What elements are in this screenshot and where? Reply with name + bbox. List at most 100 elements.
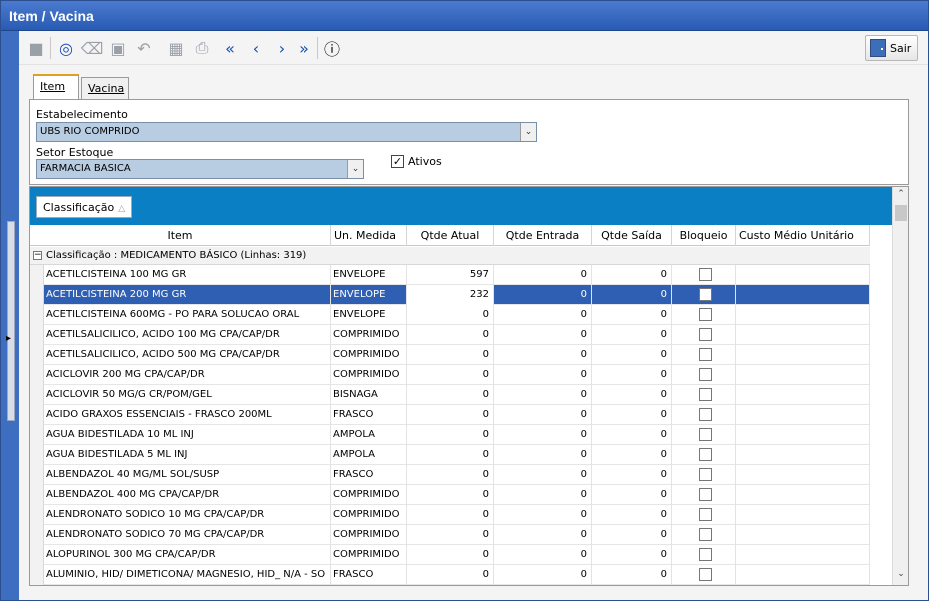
cell-custo-medio[interactable] <box>736 365 870 385</box>
cell-qtde-atual[interactable]: 0 <box>407 405 494 425</box>
delete-icon[interactable]: ▣ <box>107 37 129 59</box>
cell-qtde-saida[interactable]: 0 <box>592 385 672 405</box>
cell-un-medida[interactable]: AMPOLA <box>331 445 407 465</box>
cell-qtde-saida[interactable]: 0 <box>592 545 672 565</box>
bloqueio-checkbox[interactable] <box>699 428 712 441</box>
setor-estoque-select[interactable]: FARMACIA BASICA ⌄ <box>36 159 364 179</box>
bloqueio-checkbox[interactable] <box>699 548 712 561</box>
bloqueio-checkbox[interactable] <box>699 328 712 341</box>
cell-un-medida[interactable]: AMPOLA <box>331 425 407 445</box>
cell-qtde-entrada[interactable]: 0 <box>494 305 592 325</box>
cell-qtde-atual[interactable]: 0 <box>407 525 494 545</box>
cell-custo-medio[interactable] <box>736 445 870 465</box>
cell-qtde-entrada[interactable]: 0 <box>494 385 592 405</box>
cell-un-medida[interactable]: COMPRIMIDO <box>331 505 407 525</box>
cell-qtde-saida[interactable]: 0 <box>592 365 672 385</box>
cell-bloqueio[interactable] <box>672 385 736 405</box>
cell-custo-medio[interactable] <box>736 525 870 545</box>
cell-bloqueio[interactable] <box>672 525 736 545</box>
cell-qtde-entrada[interactable]: 0 <box>494 325 592 345</box>
cell-bloqueio[interactable] <box>672 365 736 385</box>
cell-bloqueio[interactable] <box>672 485 736 505</box>
cell-un-medida[interactable]: COMPRIMIDO <box>331 545 407 565</box>
column-header-qtde-saida[interactable]: Qtde Saída <box>592 225 672 246</box>
scroll-down-icon[interactable]: ⌄ <box>894 569 908 583</box>
cell-qtde-saida[interactable]: 0 <box>592 345 672 365</box>
cell-qtde-entrada[interactable]: 0 <box>494 465 592 485</box>
cell-custo-medio[interactable] <box>736 305 870 325</box>
cell-qtde-atual[interactable]: 0 <box>407 425 494 445</box>
table-row[interactable]: ACETILCISTEINA 600MG - PO PARA SOLUCAO O… <box>44 305 870 325</box>
cell-bloqueio[interactable] <box>672 465 736 485</box>
cell-qtde-atual[interactable]: 0 <box>407 565 494 585</box>
bloqueio-checkbox[interactable] <box>699 368 712 381</box>
tab-vacina[interactable]: Vacina <box>81 77 129 99</box>
bloqueio-checkbox[interactable] <box>699 288 712 301</box>
cell-qtde-entrada[interactable]: 0 <box>494 365 592 385</box>
cell-qtde-saida[interactable]: 0 <box>592 425 672 445</box>
cell-un-medida[interactable]: FRASCO <box>331 405 407 425</box>
exit-button[interactable]: Sair <box>865 35 918 61</box>
group-chip-classificacao[interactable]: Classificação △ <box>36 196 133 218</box>
cell-item[interactable]: ACICLOVIR 50 MG/G CR/POM/GEL <box>44 385 331 405</box>
table-row[interactable]: ACIDO GRAXOS ESSENCIAIS - FRASCO 200ML FR… <box>44 405 870 425</box>
cell-qtde-entrada[interactable]: 0 <box>494 525 592 545</box>
column-header-qtde-atual[interactable]: Qtde Atual <box>407 225 494 246</box>
cell-qtde-entrada[interactable]: 0 <box>494 505 592 525</box>
cell-qtde-entrada[interactable]: 0 <box>494 445 592 465</box>
estabelecimento-select[interactable]: UBS RIO COMPRIDO ⌄ <box>36 122 537 142</box>
bloqueio-checkbox[interactable] <box>699 308 712 321</box>
cell-qtde-atual[interactable]: 0 <box>407 305 494 325</box>
cell-qtde-atual[interactable]: 0 <box>407 545 494 565</box>
cell-bloqueio[interactable] <box>672 285 736 305</box>
cell-item[interactable]: AGUA BIDESTILADA 10 ML INJ <box>44 425 331 445</box>
bloqueio-checkbox[interactable] <box>699 268 712 281</box>
grid-icon[interactable]: ▦ <box>165 37 187 59</box>
column-header-custo-medio[interactable]: Custo Médio Unitário <box>736 225 870 246</box>
cell-qtde-entrada[interactable]: 0 <box>494 345 592 365</box>
cell-bloqueio[interactable] <box>672 445 736 465</box>
cell-qtde-atual[interactable]: 0 <box>407 505 494 525</box>
cell-custo-medio[interactable] <box>736 425 870 445</box>
help-icon[interactable]: ⓘ <box>321 37 343 59</box>
cell-qtde-saida[interactable]: 0 <box>592 445 672 465</box>
new-icon[interactable]: ■ <box>25 37 47 59</box>
tab-item[interactable]: Item <box>33 74 79 99</box>
cell-item[interactable]: ACETILSALICILICO, ACIDO 100 MG CPA/CAP/D… <box>44 325 331 345</box>
table-row[interactable]: ALENDRONATO SODICO 70 MG CPA/CAP/DR COMPR… <box>44 525 870 545</box>
cell-custo-medio[interactable] <box>736 565 870 585</box>
cell-custo-medio[interactable] <box>736 385 870 405</box>
cell-un-medida[interactable]: ENVELOPE <box>331 285 407 305</box>
cell-qtde-entrada[interactable]: 0 <box>494 265 592 285</box>
cell-un-medida[interactable]: ENVELOPE <box>331 265 407 285</box>
cell-un-medida[interactable]: COMPRIMIDO <box>331 345 407 365</box>
eraser-icon[interactable]: ⌫ <box>81 37 104 59</box>
cell-qtde-atual[interactable]: 0 <box>407 385 494 405</box>
table-row[interactable]: ACICLOVIR 200 MG CPA/CAP/DR COMPRIMIDO 0 0 0 <box>44 365 870 385</box>
cell-custo-medio[interactable] <box>736 285 870 305</box>
cell-qtde-atual[interactable]: 0 <box>407 465 494 485</box>
cell-qtde-saida[interactable]: 0 <box>592 265 672 285</box>
cell-qtde-atual[interactable]: 0 <box>407 365 494 385</box>
cell-qtde-entrada[interactable]: 0 <box>494 425 592 445</box>
cell-item[interactable]: ALENDRONATO SODICO 10 MG CPA/CAP/DR <box>44 505 331 525</box>
bloqueio-checkbox[interactable] <box>699 488 712 501</box>
last-icon[interactable]: » <box>293 37 315 59</box>
cell-un-medida[interactable]: FRASCO <box>331 465 407 485</box>
cell-custo-medio[interactable] <box>736 345 870 365</box>
cell-item[interactable]: ACIDO GRAXOS ESSENCIAIS - FRASCO 200ML <box>44 405 331 425</box>
table-row[interactable]: ALBENDAZOL 400 MG CPA/CAP/DR COMPRIMIDO 0 0… <box>44 485 870 505</box>
cell-un-medida[interactable]: COMPRIMIDO <box>331 365 407 385</box>
cell-qtde-saida[interactable]: 0 <box>592 285 672 305</box>
cell-qtde-entrada[interactable]: 0 <box>494 285 592 305</box>
cell-qtde-saida[interactable]: 0 <box>592 505 672 525</box>
cell-item[interactable]: ACETILSALICILICO, ACIDO 500 MG CPA/CAP/D… <box>44 345 331 365</box>
cell-qtde-saida[interactable]: 0 <box>592 305 672 325</box>
cell-item[interactable]: ALOPURINOL 300 MG CPA/CAP/DR <box>44 545 331 565</box>
table-row[interactable]: ALBENDAZOL 40 MG/ML SOL/SUSP FRASCO 0 0 0 <box>44 465 870 485</box>
cell-qtde-saida[interactable]: 0 <box>592 465 672 485</box>
cell-custo-medio[interactable] <box>736 465 870 485</box>
cell-bloqueio[interactable] <box>672 265 736 285</box>
cell-custo-medio[interactable] <box>736 485 870 505</box>
column-header-item[interactable]: Item <box>30 225 331 246</box>
